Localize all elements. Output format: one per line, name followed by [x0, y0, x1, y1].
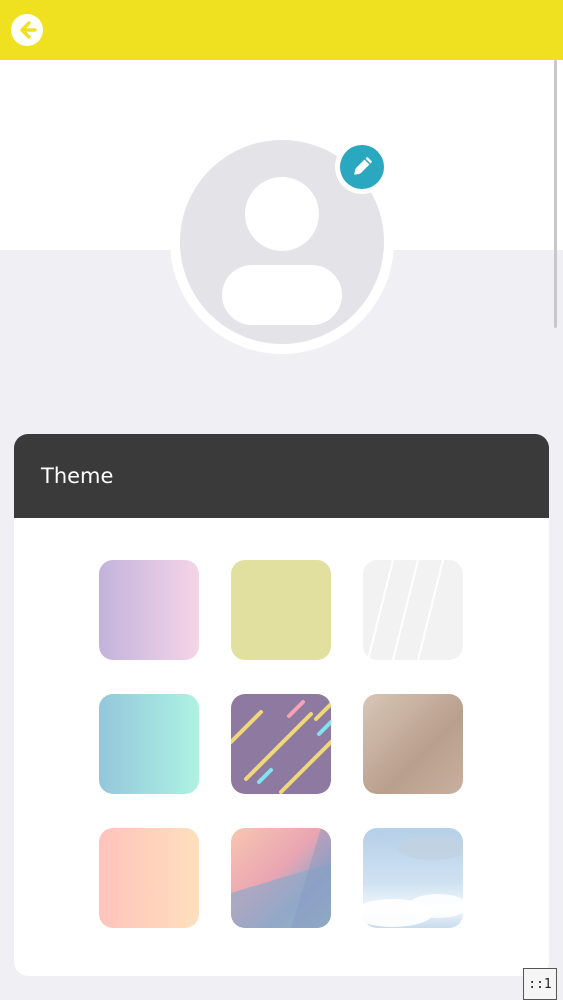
theme-swatch-peach[interactable]	[99, 828, 199, 928]
theme-swatch-lavender-pink[interactable]	[99, 560, 199, 660]
theme-card-header: Theme	[14, 434, 549, 518]
theme-title: Theme	[41, 464, 114, 488]
theme-swatch-sky-clouds[interactable]	[363, 828, 463, 928]
scrollbar[interactable]	[554, 60, 557, 328]
top-app-bar	[0, 0, 563, 60]
pencil-icon	[354, 157, 372, 175]
back-button[interactable]	[11, 14, 43, 46]
theme-swatch-blue-mint[interactable]	[99, 694, 199, 794]
back-arrow-icon	[20, 21, 37, 39]
theme-swatch-purple-confetti[interactable]	[231, 694, 331, 794]
theme-card: Theme	[14, 434, 549, 976]
theme-swatch-wood-texture[interactable]	[363, 694, 463, 794]
edit-avatar-button[interactable]	[335, 140, 389, 194]
theme-swatch-light-gray-stripes[interactable]	[363, 560, 463, 660]
theme-swatch-pastel-geometric[interactable]	[231, 828, 331, 928]
theme-swatch-olive-yellow[interactable]	[231, 560, 331, 660]
corner-badge: ::1	[523, 968, 557, 1000]
